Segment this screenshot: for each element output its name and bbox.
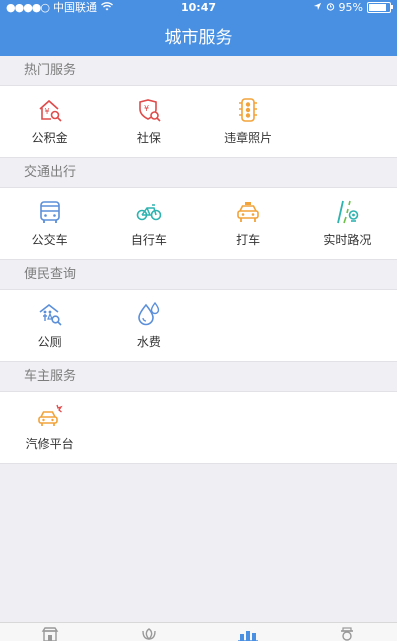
service-housing-fund[interactable]: ¥ 公积金 xyxy=(0,86,99,157)
service-label: 打车 xyxy=(236,233,261,247)
bicycle-icon xyxy=(136,199,162,225)
service-live-traffic[interactable]: 实时路况 xyxy=(298,188,397,259)
services-list: 热门服务 ¥ 公积金 ¥ 社保 违章照片 交通出行 公交车 自行车 打车 实时路… xyxy=(0,56,397,464)
traffic-light-icon xyxy=(235,97,261,123)
city-services-icon xyxy=(236,625,260,641)
taxi-icon xyxy=(235,199,261,225)
service-label: 水费 xyxy=(136,335,161,349)
battery-level xyxy=(369,3,387,11)
service-label: 实时路况 xyxy=(323,233,372,247)
service-label: 公积金 xyxy=(31,131,68,145)
empty-cell xyxy=(199,392,298,463)
section-header-transport: 交通出行 xyxy=(0,158,397,188)
water-drop-icon xyxy=(136,301,162,327)
profile-icon xyxy=(335,625,359,641)
tab-profile[interactable] xyxy=(298,623,397,641)
empty-cell xyxy=(199,290,298,361)
service-label: 公厕 xyxy=(37,335,62,349)
bus-icon xyxy=(37,199,63,225)
car-repair-icon xyxy=(37,403,63,429)
section-grid-car-owner: 汽修平台 xyxy=(0,392,397,464)
tab-bar xyxy=(0,622,397,641)
road-camera-icon xyxy=(334,199,360,225)
section-header-convenience: 便民查询 xyxy=(0,260,397,290)
status-bar: ●●●●○ 中国联通 10:47 95% xyxy=(0,0,397,14)
svg-text:¥: ¥ xyxy=(144,104,149,113)
service-car-repair[interactable]: 汽修平台 xyxy=(0,392,99,463)
status-left: ●●●●○ 中国联通 xyxy=(6,0,113,15)
page-title: 城市服务 xyxy=(164,27,233,48)
service-violation-photos[interactable]: 违章照片 xyxy=(199,86,298,157)
wifi-icon xyxy=(101,1,113,14)
service-water-fee[interactable]: 水费 xyxy=(99,290,198,361)
tab-city-services[interactable] xyxy=(199,623,298,641)
battery-percent: 95% xyxy=(338,0,363,14)
empty-cell xyxy=(298,392,397,463)
section-header-hot-services: 热门服务 xyxy=(0,56,397,86)
service-social-security[interactable]: ¥ 社保 xyxy=(99,86,198,157)
city-gate-icon xyxy=(38,625,62,641)
service-label: 自行车 xyxy=(130,233,167,247)
service-bus[interactable]: 公交车 xyxy=(0,188,99,259)
empty-cell xyxy=(298,290,397,361)
flower-icon xyxy=(137,625,161,641)
battery-icon xyxy=(367,1,393,13)
service-label: 公交车 xyxy=(31,233,68,247)
section-grid-convenience: 公厕 水费 xyxy=(0,290,397,362)
tab-discover[interactable] xyxy=(99,623,198,641)
navigation-bar: 城市服务 xyxy=(0,14,397,56)
signal-strength-icon: ●●●●○ xyxy=(6,0,50,14)
alarm-icon xyxy=(326,1,335,14)
empty-cell xyxy=(298,86,397,157)
service-bicycle[interactable]: 自行车 xyxy=(99,188,198,259)
carrier-name: 中国联通 xyxy=(53,1,97,14)
service-label: 违章照片 xyxy=(224,131,273,145)
section-grid-transport: 公交车 自行车 打车 实时路况 xyxy=(0,188,397,260)
service-label: 汽修平台 xyxy=(25,437,74,451)
section-header-car-owner: 车主服务 xyxy=(0,362,397,392)
service-taxi[interactable]: 打车 xyxy=(199,188,298,259)
tab-city[interactable] xyxy=(0,623,99,641)
location-arrow-icon xyxy=(313,1,322,14)
section-grid-hot-services: ¥ 公积金 ¥ 社保 违章照片 xyxy=(0,86,397,158)
service-restroom[interactable]: 公厕 xyxy=(0,290,99,361)
service-label: 社保 xyxy=(136,131,161,145)
svg-text:¥: ¥ xyxy=(44,107,49,116)
social-security-icon: ¥ xyxy=(136,97,162,123)
empty-cell xyxy=(99,392,198,463)
housing-fund-icon: ¥ xyxy=(37,97,63,123)
status-right: 95% xyxy=(313,0,393,14)
restroom-icon xyxy=(37,301,63,327)
